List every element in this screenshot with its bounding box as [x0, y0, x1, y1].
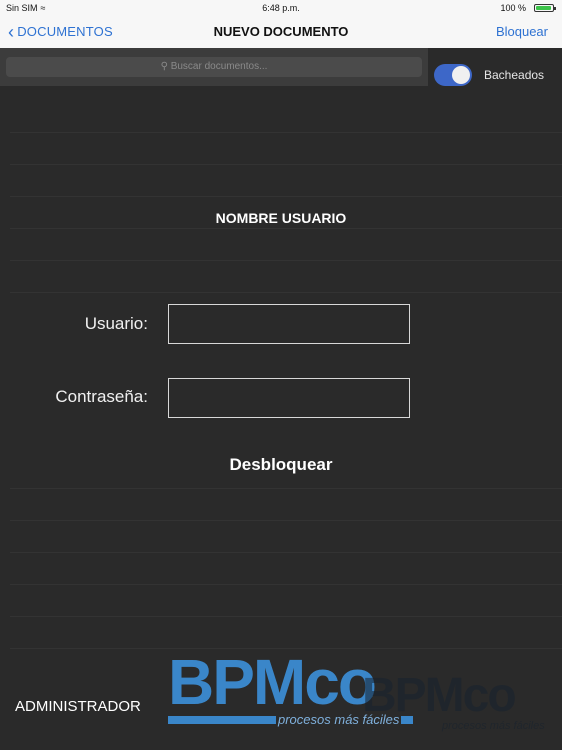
password-label: Contraseña:: [55, 387, 148, 406]
bpmco-logo-watermark: BPMco procesos más fáciles: [362, 672, 552, 742]
status-bar: Sin SIM ≈ 6:48 p.m. 100 %: [0, 0, 562, 16]
battery-label: 100 %: [500, 3, 526, 13]
search-placeholder: Buscar documentos...: [170, 61, 268, 72]
toggle-knob: [452, 66, 470, 84]
toggle-label: Bacheados: [484, 68, 545, 82]
password-field[interactable]: [168, 378, 410, 418]
search-icon: ⚲: [160, 61, 168, 72]
page-title: NUEVO DOCUMENTO: [213, 24, 349, 39]
unlock-button[interactable]: Desbloquear: [0, 455, 562, 475]
status-time: 6:48 p.m.: [262, 3, 300, 13]
search-bar: ⚲ Buscar documentos...: [0, 48, 428, 86]
battery-icon: [534, 4, 556, 12]
filter-panel: Bacheados: [428, 48, 562, 86]
navigation-bar: ‹ DOCUMENTOS NUEVO DOCUMENTO Bloquear: [0, 16, 562, 49]
search-input[interactable]: ⚲ Buscar documentos...: [6, 57, 422, 77]
bacheados-toggle[interactable]: [434, 64, 472, 86]
form-title: NOMBRE USUARIO: [215, 210, 347, 226]
username-label: Usuario:: [84, 314, 148, 333]
username-field[interactable]: [168, 304, 410, 344]
lock-button[interactable]: Bloquear: [496, 24, 548, 39]
watermark-tagline: procesos más fáciles: [442, 720, 545, 732]
role-label: ADMINISTRADOR: [15, 698, 141, 715]
watermark-wordmark: BPMco: [362, 669, 517, 722]
